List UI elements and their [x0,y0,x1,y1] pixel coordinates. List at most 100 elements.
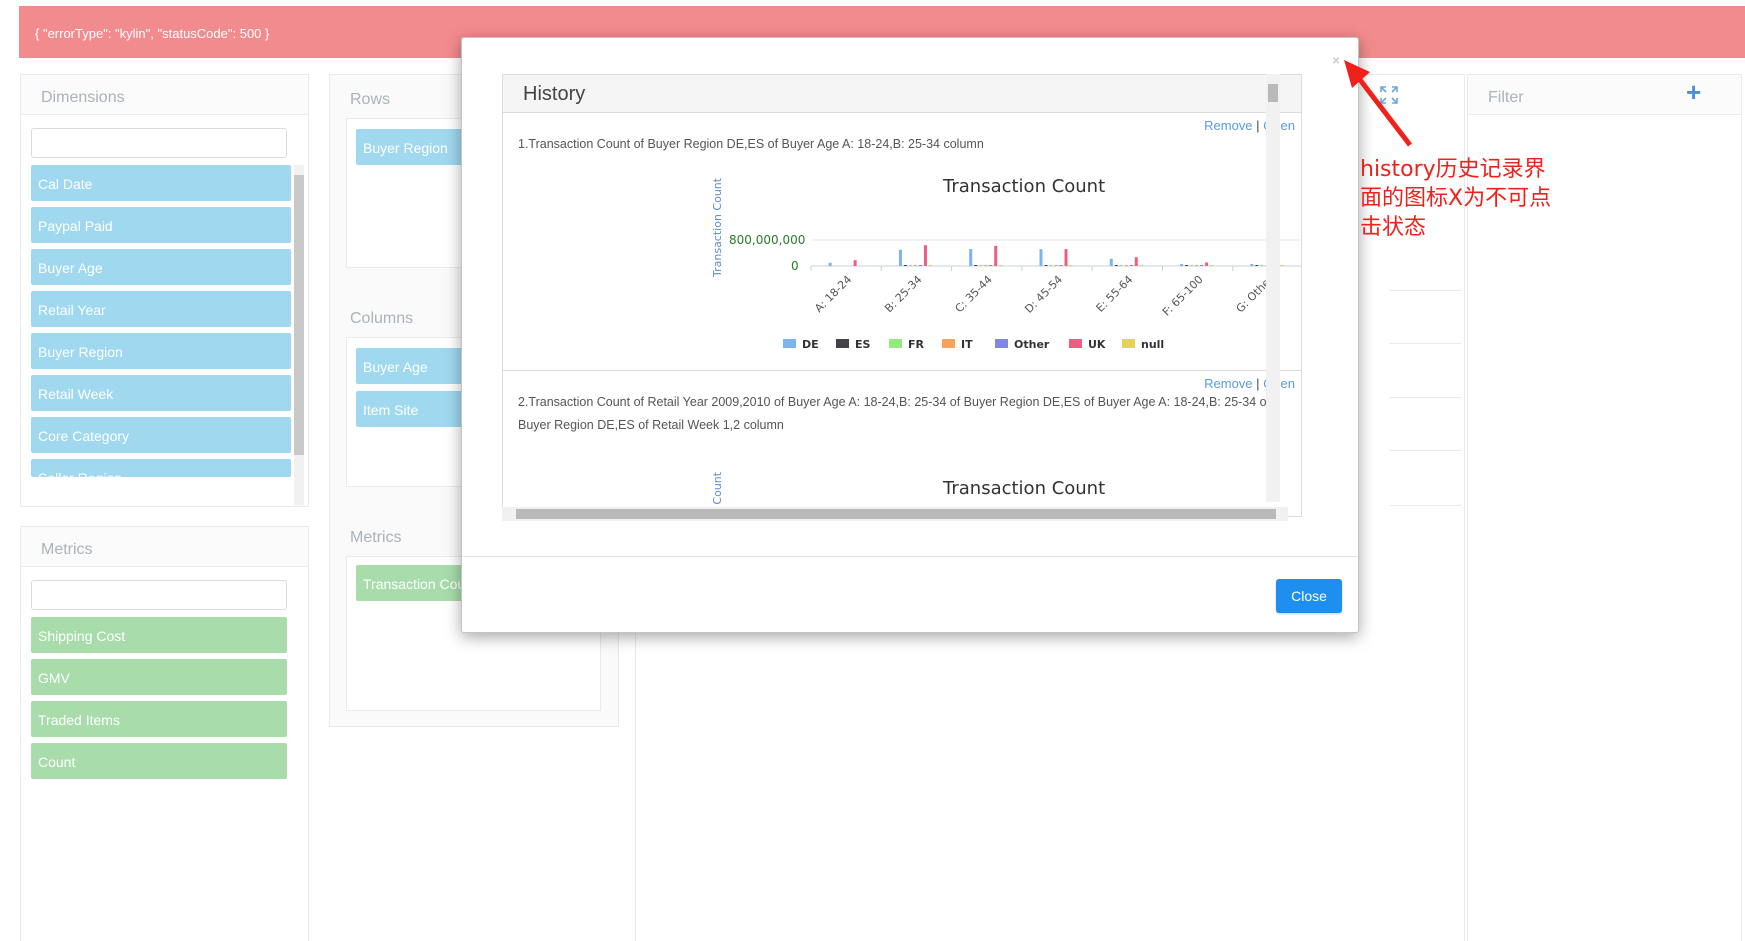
dimension-chip[interactable]: Buyer Age [31,249,291,285]
entry-actions: Remove | Open [1204,376,1295,391]
bar [908,265,912,266]
bar [1190,265,1194,266]
legend-swatch [995,339,1008,348]
metric-chip[interactable]: Shipping Cost [31,617,287,653]
legend-label: ES [855,338,871,351]
bar [1114,265,1118,266]
dimension-chip[interactable]: Retail Week [31,375,291,411]
bar [1069,265,1073,266]
dimensions-search-input[interactable] [31,128,287,158]
legend-label: Other [1014,338,1050,351]
history-title: History [503,75,1301,113]
chart-title: Transaction Count [942,478,1105,499]
bar [1124,265,1128,266]
x-tick-label: E: 55-64 [1094,273,1136,315]
plus-icon[interactable]: + [1686,79,1701,105]
dimension-chip[interactable]: Seller Region [31,459,291,477]
bar [1044,265,1048,266]
history-horizontal-scrollbar[interactable] [502,507,1288,521]
annotation-text: history历史记录界面的图标X为不可点击状态 [1360,157,1552,240]
bar [1185,265,1189,266]
bar [1180,264,1184,266]
arrow-icon [1344,60,1412,147]
remove-link[interactable]: Remove [1204,376,1252,391]
metrics-search-input[interactable] [31,580,287,610]
bar [1064,249,1068,266]
metrics-panel: Metrics Shipping Cost GMV Traded Items Coun… [20,526,309,941]
bar [1109,258,1113,266]
separator: | [1256,376,1260,391]
bar [1255,265,1259,266]
entry-actions: Remove | Open [1204,118,1295,133]
bar [1195,265,1199,266]
entry-title: 2.Transaction Count of Retail Year 2009,… [518,395,1271,432]
legend-label: DE [802,338,819,351]
columns-title: Columns [350,310,414,327]
bar [1039,249,1043,266]
dimensions-scroll-thumb[interactable] [294,175,304,455]
legend-swatch [836,339,849,348]
bar [1205,262,1209,266]
rows-title: Rows [350,91,391,108]
divider [1390,397,1461,398]
legend-swatch [889,339,902,348]
bar [918,265,922,266]
divider [1390,450,1461,451]
bar [1134,257,1138,266]
dimension-chip[interactable]: Buyer Region [31,333,291,369]
metric-chip[interactable]: GMV [31,659,287,695]
bar [1054,265,1058,266]
dimension-chip[interactable]: Core Category [31,417,291,453]
divider [1390,505,1461,506]
bar [1049,265,1053,266]
dimension-chip[interactable]: Paypal Paid [31,207,291,243]
history-vertical-scrollbar[interactable] [1266,74,1280,502]
history-list: History Remove | Open 1.Transaction Coun… [502,74,1302,517]
legend-swatch [783,339,796,348]
bar [984,265,988,266]
bar [903,265,907,266]
metric-chip[interactable]: Count [31,743,287,779]
scroll-thumb[interactable] [1268,84,1278,102]
remove-link[interactable]: Remove [1204,118,1252,133]
bar [1200,265,1204,266]
bar [994,245,998,266]
metric-chip[interactable]: Traded Items [31,701,287,737]
history-chart-2: Transaction CountTransaction Count700,00… [711,471,1105,516]
history-entry: Remove | Open 2.Transaction Count of Ret… [503,371,1301,516]
history-modal: × History Remove | Open 1.Transaction Co… [461,37,1359,633]
bar [979,265,983,266]
scroll-thumb[interactable] [516,509,1276,519]
close-button[interactable]: Close [1276,579,1342,613]
bar [923,245,927,266]
dimension-chip[interactable]: Retail Year [31,291,291,327]
dimension-chip[interactable]: Cal Date [31,165,291,201]
bar [1129,265,1133,266]
bar [969,249,973,266]
legend-label: IT [961,338,973,351]
selected-metrics-title: Metrics [350,529,402,546]
bar [1139,265,1143,266]
legend-swatch [1069,339,1082,348]
close-icon[interactable]: × [1332,52,1340,68]
bar [974,265,978,266]
separator: | [1256,118,1260,133]
legend-swatch [1122,339,1135,348]
dimensions-title: Dimensions [21,75,308,115]
legend-label: null [1141,338,1164,351]
x-tick-label: A: 18-24 [812,273,854,315]
metrics-title: Metrics [21,527,308,567]
legend-label: FR [908,338,925,351]
history-chart-1: Transaction Count Transaction Count 800,00… [711,176,1301,351]
chart-title: Transaction Count [942,176,1105,197]
x-tick-label: B: 25-34 [882,273,924,315]
bar [928,265,932,266]
modal-footer-divider [462,556,1358,557]
divider [1390,343,1461,344]
bar [1119,265,1123,266]
bar [1059,265,1063,266]
bar [1210,265,1214,266]
y-axis-label: Transaction Count [711,177,724,278]
y-tick-label: 800,000,000 [729,233,805,247]
x-tick-label: F: 65-100 [1160,273,1206,319]
